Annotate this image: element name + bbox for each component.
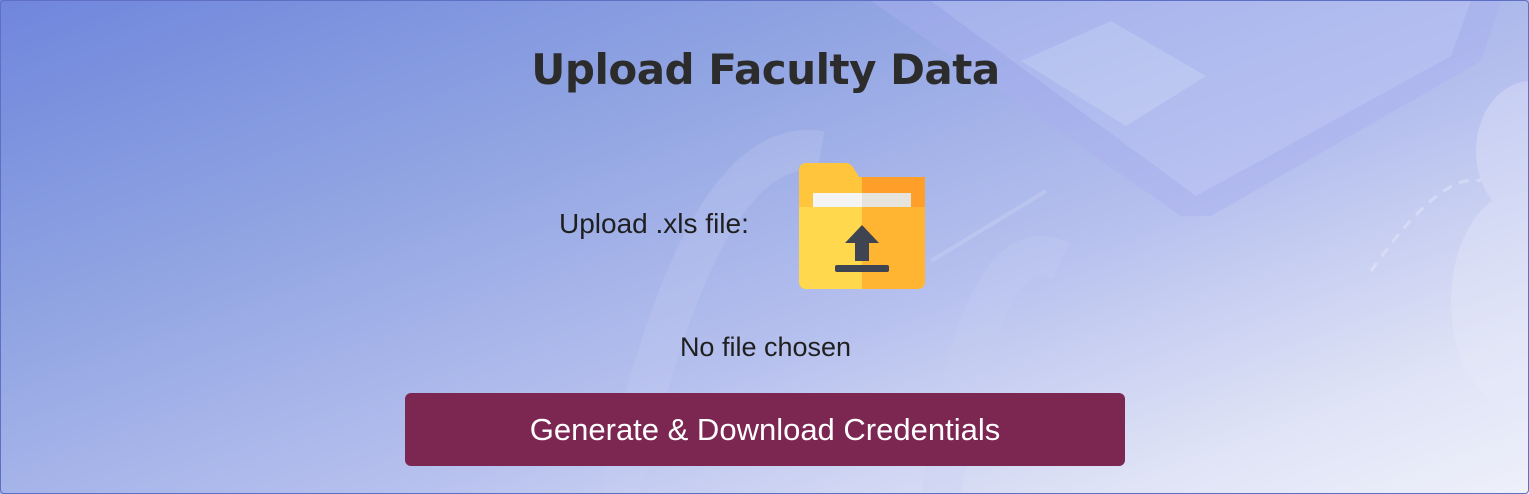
page-title: Upload Faculty Data bbox=[531, 45, 1000, 94]
file-status-text: No file chosen bbox=[679, 332, 852, 362]
upload-panel: Upload Faculty Data Upload .xls file: No… bbox=[0, 0, 1529, 494]
upload-label: Upload .xls file: bbox=[559, 208, 749, 239]
folder-upload-icon[interactable] bbox=[797, 161, 927, 291]
generate-download-button[interactable]: Generate & Download Credentials bbox=[405, 393, 1125, 466]
